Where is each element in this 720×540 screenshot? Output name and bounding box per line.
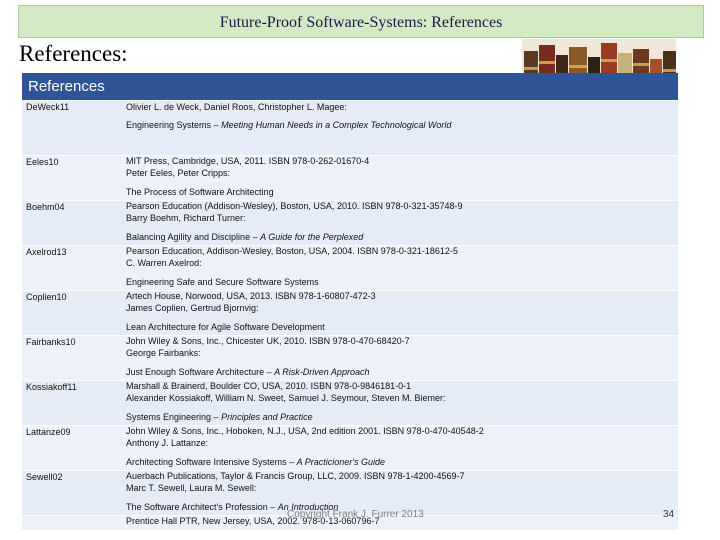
reference-key: Fairbanks10 bbox=[26, 337, 76, 347]
reference-title: Lean Architecture for Agile Software Dev… bbox=[126, 321, 456, 333]
table-row: Pearson Education, Addison-Wesley, Bosto… bbox=[22, 245, 678, 290]
references-table: References DeWeck11 Olivier L. de Weck, D… bbox=[22, 73, 678, 530]
slide-title: Future-Proof Software-Systems: Reference… bbox=[219, 14, 503, 31]
table-row: John Wiley & Sons, Inc., Hoboken, N.J., … bbox=[22, 425, 678, 470]
reference-key: Eeles10 bbox=[26, 157, 59, 167]
reference-authors: Marc T. Sewell, Laura M. Sewell: bbox=[126, 483, 257, 493]
reference-title-text: Systems Engineering – bbox=[126, 412, 222, 422]
reference-title-text: Just Enough Software Architecture – bbox=[126, 367, 275, 377]
reference-title-text: The Process of Software Architecting bbox=[126, 187, 274, 197]
reference-title-text: Engineering Systems – bbox=[126, 120, 222, 130]
reference-authors: C. Warren Axelrod: bbox=[126, 258, 202, 268]
reference-publisher: Marshall & Brainerd, Boulder CO, USA, 20… bbox=[126, 381, 412, 391]
reference-title: Just Enough Software Architecture – A Ri… bbox=[126, 366, 456, 378]
copyright-footer: Copyright Frank J. Furrer 2013 bbox=[287, 509, 424, 520]
reference-title: The Process of Software Architecting bbox=[126, 186, 456, 198]
reference-title: Balancing Agility and Discipline – A Gui… bbox=[126, 231, 456, 243]
reference-authors: Anthony J. Lattanze: bbox=[126, 438, 209, 448]
reference-publisher: Pearson Education, Addison-Wesley, Bosto… bbox=[126, 246, 458, 256]
slide-title-bar: Future-Proof Software-Systems: Reference… bbox=[18, 5, 704, 38]
reference-title-text: The Software Architect's Profession – bbox=[126, 502, 278, 512]
reference-title-text: Architecting Software Intensive Systems … bbox=[126, 457, 297, 467]
page-number: 34 bbox=[663, 509, 675, 520]
reference-title-text: Lean Architecture for Agile Software Dev… bbox=[126, 322, 325, 332]
reference-title-subtitle: Meeting Human Needs in a Complex Technol… bbox=[221, 120, 452, 130]
table-row: Marshall & Brainerd, Boulder CO, USA, 20… bbox=[22, 380, 678, 425]
reference-authors: James Coplien, Gertrud Bjornvig: bbox=[126, 303, 259, 313]
reference-authors: George Fairbanks: bbox=[126, 348, 201, 358]
reference-key: Sewell02 bbox=[26, 472, 63, 482]
table-row: John Wiley & Sons, Inc., Chicester UK, 2… bbox=[22, 335, 678, 380]
reference-title-text: Engineering Safe and Secure Software Sys… bbox=[126, 277, 319, 287]
table-row: Artech House, Norwood, USA, 2013. ISBN 9… bbox=[22, 290, 678, 335]
reference-authors: Peter Eeles, Peter Cripps: bbox=[126, 168, 231, 178]
reference-key: Lattanze09 bbox=[26, 427, 71, 437]
reference-publisher: Auerbach Publications, Taylor & Francis … bbox=[126, 471, 465, 481]
table-row: Pearson Education (Addison-Wesley), Bost… bbox=[22, 200, 678, 245]
reference-publisher: John Wiley & Sons, Inc., Hoboken, N.J., … bbox=[126, 426, 484, 436]
reference-key: DeWeck11 bbox=[26, 102, 70, 112]
table-row: DeWeck11 Olivier L. de Weck, Daniel Roos,… bbox=[22, 100, 678, 155]
reference-title: Engineering Safe and Secure Software Sys… bbox=[126, 276, 456, 288]
reference-authors: Alexander Kossiakoff, William N. Sweet, … bbox=[126, 393, 446, 403]
reference-title-subtitle: A Practicioner's Guide bbox=[296, 457, 386, 467]
reference-key: Boehm04 bbox=[26, 202, 65, 212]
reference-title: Systems Engineering – Principles and Pra… bbox=[126, 411, 456, 423]
references-list: DeWeck11 Olivier L. de Weck, Daniel Roos,… bbox=[22, 100, 678, 530]
reference-key: Axelrod13 bbox=[26, 247, 67, 257]
reference-publisher: John Wiley & Sons, Inc., Chicester UK, 2… bbox=[126, 336, 410, 346]
table-header: References bbox=[22, 73, 678, 100]
reference-authors: Olivier L. de Weck, Daniel Roos, Christo… bbox=[126, 102, 347, 112]
reference-publisher: MIT Press, Cambridge, USA, 2011. ISBN 97… bbox=[126, 156, 370, 166]
reference-publisher: Pearson Education (Addison-Wesley), Bost… bbox=[126, 201, 463, 211]
reference-title-text: Balancing Agility and Discipline – bbox=[126, 232, 261, 242]
reference-authors: Barry Boehm, Richard Turner: bbox=[126, 213, 246, 223]
reference-publisher: Artech House, Norwood, USA, 2013. ISBN 9… bbox=[126, 291, 376, 301]
page-heading: References: bbox=[19, 41, 128, 66]
table-row: MIT Press, Cambridge, USA, 2011. ISBN 97… bbox=[22, 155, 678, 200]
reference-title: Engineering Systems – Meeting Human Need… bbox=[126, 119, 456, 131]
reference-key: Coplien10 bbox=[26, 292, 67, 302]
reference-title: Architecting Software Intensive Systems … bbox=[126, 456, 456, 468]
reference-title-subtitle: A Guide for the Perplexed bbox=[260, 232, 364, 242]
reference-key: Kossiakoff11 bbox=[26, 382, 77, 392]
reference-title-subtitle: A Risk-Driven Approach bbox=[274, 367, 370, 377]
reference-title-subtitle: Principles and Practice bbox=[221, 412, 313, 422]
